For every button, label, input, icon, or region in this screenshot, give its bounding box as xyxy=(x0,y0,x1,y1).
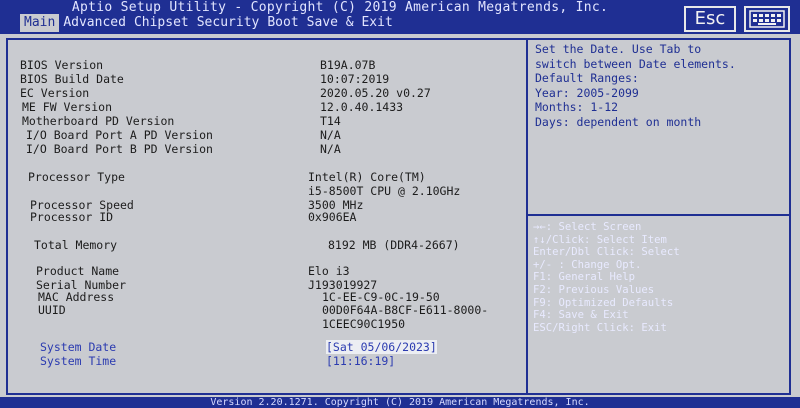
me-fw-label: ME FW Version xyxy=(22,100,113,114)
key-legend-item: ESC/Right Click: Exit xyxy=(533,321,667,334)
help-line: Days: dependent on month xyxy=(535,114,702,129)
bios-version-label: BIOS Version xyxy=(20,58,104,72)
main-panel: BIOS Version B19A.07B BIOS Build Date 10… xyxy=(6,38,791,395)
io-a-value: N/A xyxy=(320,128,341,142)
key-legend: →←: Select Screen ↑↓/Click: Select Item … xyxy=(533,221,680,334)
io-b-label: I/O Board Port B PD Version xyxy=(26,142,213,156)
help-line: Default Ranges: xyxy=(535,71,639,86)
bios-version-value: B19A.07B xyxy=(320,58,376,72)
uuid-value: 00D0F64A-B8CF-E611-8000- xyxy=(322,303,489,317)
tab-advanced[interactable]: Advanced xyxy=(59,14,130,32)
title-bar: Aptio Setup Utility - Copyright (C) 2019… xyxy=(0,0,800,34)
help-line: Year: 2005-2099 xyxy=(535,85,639,100)
tab-save-exit[interactable]: Save & Exit xyxy=(303,14,397,32)
key-legend-item: F2: Previous Values xyxy=(533,283,655,296)
esc-button[interactable]: Esc xyxy=(684,6,736,32)
ec-version-label: EC Version xyxy=(20,86,90,100)
me-fw-value: 12.0.40.1433 xyxy=(320,100,404,114)
key-legend-item: →←: Select Screen xyxy=(533,221,642,233)
cpu-type-label: Processor Type xyxy=(28,170,125,184)
system-time-label: System Time xyxy=(40,354,117,368)
app-title: Aptio Setup Utility - Copyright (C) 2019… xyxy=(71,0,609,15)
bios-build-date-label: BIOS Build Date xyxy=(20,72,124,86)
cpu-id-value: 0x906EA xyxy=(308,210,357,224)
bios-build-date-value: 10:07:2019 xyxy=(320,72,390,86)
tab-bar: Main Advanced Chipset Security Boot Save… xyxy=(20,14,397,32)
key-legend-item: F9: Optimized Defaults xyxy=(533,296,674,309)
footer-version: Version 2.20.1271. Copyright (C) 2019 Am… xyxy=(0,397,800,408)
system-time-field[interactable]: [11:16:19] xyxy=(326,354,395,368)
help-line: switch between Date elements. xyxy=(535,56,736,71)
key-legend-item: ↑↓/Click: Select Item xyxy=(533,233,667,246)
help-line: Months: 1-12 xyxy=(535,100,619,115)
total-memory-label: Total Memory xyxy=(34,238,118,252)
system-date-label: System Date xyxy=(40,340,117,354)
cpu-id-label: Processor ID xyxy=(30,210,114,224)
uuid-label: UUID xyxy=(38,303,66,317)
mac-address-label: MAC Address xyxy=(38,290,115,304)
key-legend-item: +/- : Change Opt. xyxy=(533,258,642,271)
system-date-field[interactable]: [Sat 05/06/2023] xyxy=(326,340,437,354)
total-memory-value: 8192 MB (DDR4-2667) xyxy=(328,238,460,252)
product-name-value: Elo i3 xyxy=(308,264,350,278)
tab-chipset[interactable]: Chipset xyxy=(130,14,193,32)
ec-version-value: 2020.05.20 v0.27 xyxy=(320,86,431,100)
tab-main[interactable]: Main xyxy=(20,14,60,32)
tab-boot[interactable]: Boot xyxy=(263,14,302,32)
key-legend-item: F1: General Help xyxy=(533,271,636,284)
keyboard-icon xyxy=(749,10,785,28)
help-text: Set the Date. Use Tab to switch between … xyxy=(535,42,736,130)
panel-divider-horizontal xyxy=(528,214,789,216)
mac-address-value: 1C-EE-C9-0C-19-50 xyxy=(322,290,440,304)
uuid-value-2: 1CEEC90C1950 xyxy=(322,317,406,331)
mb-pd-value: T14 xyxy=(320,114,341,128)
key-legend-item: Enter/Dbl Click: Select xyxy=(533,246,680,259)
product-name-label: Product Name xyxy=(36,264,120,278)
key-legend-item: F4: Save & Exit xyxy=(533,309,629,322)
cpu-type-value-2: i5-8500T CPU @ 2.10GHz xyxy=(308,184,461,198)
io-a-label: I/O Board Port A PD Version xyxy=(26,128,213,142)
cpu-type-value: Intel(R) Core(TM) xyxy=(308,170,426,184)
io-b-value: N/A xyxy=(320,142,341,156)
panel-divider-vertical xyxy=(526,40,528,393)
keyboard-button[interactable] xyxy=(744,6,790,32)
tab-security[interactable]: Security xyxy=(193,14,264,32)
help-line: Set the Date. Use Tab to xyxy=(535,42,702,56)
mb-pd-label: Motherboard PD Version xyxy=(22,114,175,128)
